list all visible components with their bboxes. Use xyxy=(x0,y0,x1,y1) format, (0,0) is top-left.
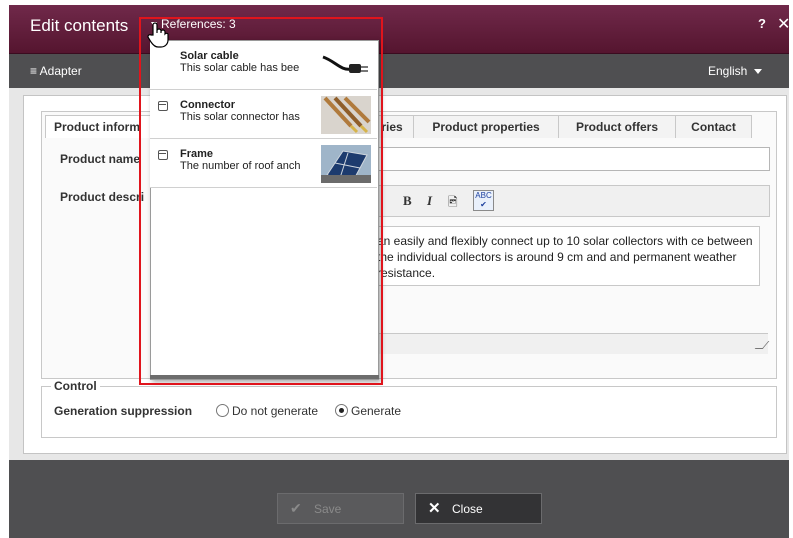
control-legend: Control xyxy=(51,379,100,393)
generate-label[interactable]: Generate xyxy=(351,404,401,418)
tab-product-properties[interactable]: Product properties xyxy=(413,115,559,138)
checkmark-icon: ✔ xyxy=(290,500,302,516)
close-window-button[interactable]: ✕ xyxy=(777,14,790,34)
insert-image-icon[interactable]: 🖻 xyxy=(448,193,458,214)
save-label: Save xyxy=(314,502,342,516)
radio-do-not-generate[interactable] xyxy=(216,404,229,417)
italic-button[interactable]: I xyxy=(427,193,432,209)
adapter-menu[interactable]: ≡ Adapter xyxy=(30,64,82,78)
language-select[interactable]: English xyxy=(708,64,763,78)
generation-suppression-label: Generation suppression xyxy=(54,404,193,418)
do-not-generate-label[interactable]: Do not generate xyxy=(232,404,318,418)
product-name-input[interactable] xyxy=(370,147,770,171)
save-button[interactable]: ✔ Save xyxy=(277,493,404,524)
tab-contact[interactable]: Contact xyxy=(675,115,752,138)
chevron-down-icon xyxy=(754,69,763,75)
spellcheck-icon[interactable]: ABC ✔ xyxy=(473,190,494,211)
tab-product-offers[interactable]: Product offers xyxy=(558,115,676,138)
product-name-label: Product name xyxy=(60,152,141,166)
radio-generate[interactable] xyxy=(335,404,348,417)
hand-cursor-icon xyxy=(147,22,169,48)
highlight-box xyxy=(139,17,383,385)
radio-selected-dot xyxy=(339,408,344,413)
product-description-label: Product descri xyxy=(60,190,145,204)
close-label: Close xyxy=(452,502,483,516)
language-label: English xyxy=(708,64,748,78)
editor-statusbar xyxy=(370,333,768,354)
close-button[interactable]: ✕ Close xyxy=(415,493,542,524)
close-icon: ✕ xyxy=(428,500,441,517)
bold-button[interactable]: B xyxy=(403,193,412,209)
toolbar xyxy=(9,54,789,88)
window-title: Edit contents xyxy=(30,16,129,35)
help-button[interactable]: ? xyxy=(758,16,766,31)
description-text: an easily and flexibly connect up to 10 … xyxy=(377,234,753,280)
